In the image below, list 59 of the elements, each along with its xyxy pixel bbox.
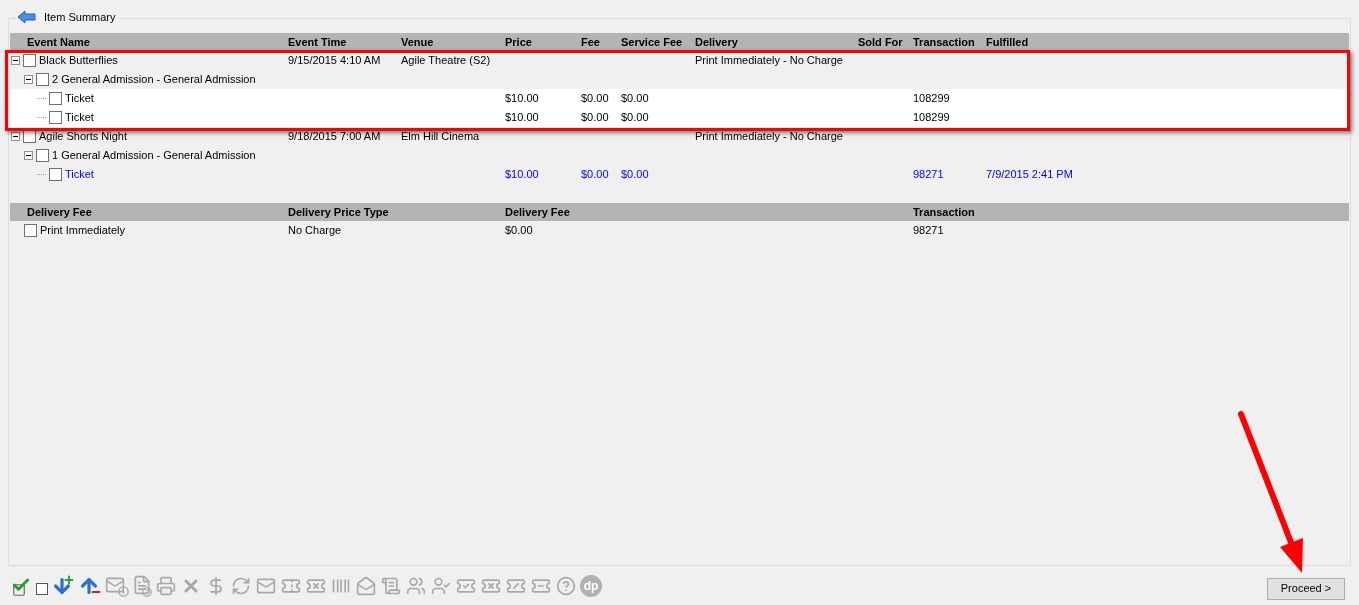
checkbox[interactable]: [49, 92, 62, 105]
table-cell-text: Print Immediately - No Charge: [695, 53, 843, 69]
table-cell-text: $0.00: [505, 223, 533, 239]
collapse-toggle[interactable]: [11, 56, 20, 65]
column-header: Delivery Fee: [505, 204, 570, 220]
column-header: Venue: [401, 34, 434, 50]
table-cell-text: $10.00: [505, 110, 539, 126]
column-header: Sold For: [858, 34, 903, 50]
table-cell-text: Elm Hill Cinema: [401, 129, 480, 145]
proceed-button[interactable]: Proceed >: [1267, 577, 1345, 600]
table-cell-text: $0.00: [581, 91, 609, 107]
table-cell-text: 108299: [913, 110, 950, 126]
tree-item-label[interactable]: Ticket: [65, 90, 94, 107]
column-header: Delivery Fee: [27, 204, 92, 220]
table-cell-text: $10.00: [505, 91, 539, 107]
column-header: Event Name: [27, 34, 90, 50]
checkbox[interactable]: [36, 73, 49, 86]
column-header: Fulfilled: [986, 34, 1029, 50]
tree-item-label[interactable]: Black Butterflies: [39, 52, 118, 69]
column-header: Delivery: [695, 34, 738, 50]
checkbox-icon[interactable]: [36, 582, 48, 595]
column-header: Transaction: [913, 34, 975, 50]
table-cell-text: $0.00: [621, 110, 649, 126]
tree-item-label[interactable]: Ticket: [65, 109, 94, 126]
back-arrow-icon[interactable]: [17, 10, 36, 25]
collapse-toggle[interactable]: [24, 151, 33, 160]
checkbox[interactable]: [49, 168, 62, 181]
tree-item-label[interactable]: Agile Shorts Night: [39, 128, 128, 145]
tree-item-label[interactable]: Ticket: [65, 166, 94, 183]
table-cell-text: 9/15/2015 4:10 AM: [288, 53, 381, 69]
delivery-label: Print Immediately: [40, 223, 125, 239]
checkbox[interactable]: [49, 111, 62, 124]
column-header: Fee: [581, 34, 600, 50]
table-cell-text: $0.00: [581, 110, 609, 126]
tree-item-label[interactable]: 2 General Admission - General Admission: [52, 71, 256, 88]
table-cell-text: $0.00: [621, 167, 649, 183]
column-header: Price: [505, 34, 532, 50]
column-header: Event Time: [288, 34, 347, 50]
table-cell-text: 9/18/2015 7:00 AM: [288, 129, 381, 145]
table-cell-text: 98271: [913, 167, 944, 183]
checkbox[interactable]: [23, 54, 36, 67]
column-header: Service Fee: [621, 34, 683, 50]
table-cell-text: 108299: [913, 91, 950, 107]
table-cell-text: Agile Theatre (S2): [401, 53, 491, 69]
collapse-toggle[interactable]: [24, 75, 33, 84]
table-cell-text: 7/9/2015 2:41 PM: [986, 167, 1073, 183]
table-cell-text: $10.00: [505, 167, 539, 183]
checkbox[interactable]: [36, 149, 49, 162]
table-cell-text: $0.00: [621, 91, 649, 107]
column-header: Delivery Price Type: [288, 204, 389, 220]
table-cell-text: $0.00: [581, 167, 609, 183]
section-title: Item Summary: [44, 10, 116, 25]
column-header: Transaction: [913, 204, 975, 220]
table-cell-text: 98271: [913, 223, 944, 239]
table-cell-text: Print Immediately - No Charge: [695, 129, 843, 145]
collapse-toggle[interactable]: [11, 132, 20, 141]
tree-item-label[interactable]: 1 General Admission - General Admission: [52, 147, 256, 164]
table-cell-text: No Charge: [288, 223, 342, 239]
checkbox[interactable]: [24, 224, 37, 237]
